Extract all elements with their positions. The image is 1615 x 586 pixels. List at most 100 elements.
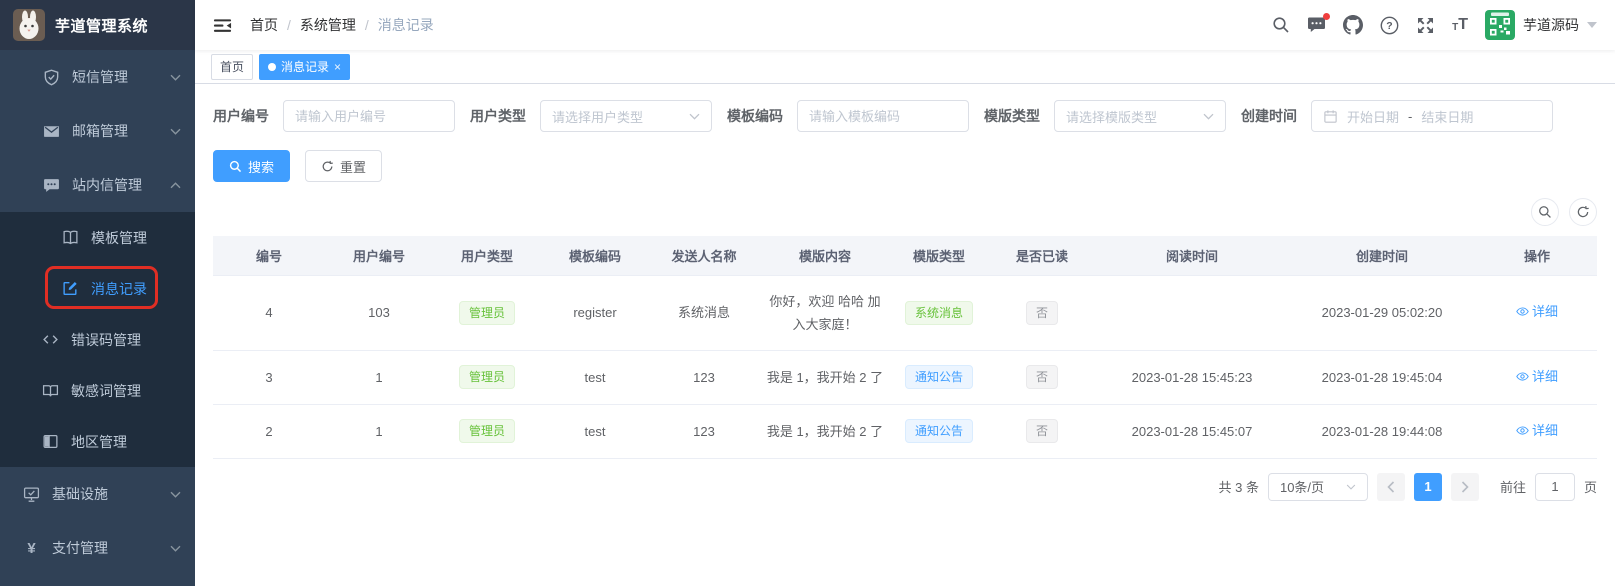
refresh-icon bbox=[321, 160, 334, 173]
cell-content: 我是 1，我开始 2 了 bbox=[759, 404, 891, 458]
sidebar-item-message-center[interactable]: 站内信管理 bbox=[0, 158, 195, 212]
tab-close-icon[interactable]: × bbox=[334, 61, 341, 73]
reset-button[interactable]: 重置 bbox=[305, 150, 382, 182]
cell-sender: 系统消息 bbox=[649, 275, 759, 350]
search-icon[interactable] bbox=[1272, 16, 1290, 34]
cell-read: 否 bbox=[987, 350, 1097, 404]
cell-template-type: 通知公告 bbox=[891, 350, 987, 404]
sidebar: 芋道管理系统 短信管理 邮箱管理 站内信管理 模板管理 消息记录 错误码管理 敏… bbox=[0, 0, 195, 586]
help-icon[interactable]: ? bbox=[1380, 16, 1399, 35]
app-logo[interactable]: 芋道管理系统 bbox=[0, 0, 195, 50]
sidebar-item-payment[interactable]: ¥ 支付管理 bbox=[0, 521, 195, 575]
template-type-tag: 通知公告 bbox=[905, 419, 973, 443]
cell-read-time: 2023-01-28 15:45:23 bbox=[1097, 350, 1287, 404]
col-header-user-id: 用户编号 bbox=[325, 236, 433, 275]
cell-id: 2 bbox=[213, 404, 325, 458]
github-icon[interactable] bbox=[1343, 15, 1363, 35]
tab-message-record[interactable]: 消息记录 × bbox=[259, 54, 350, 80]
tab-label: 消息记录 bbox=[281, 58, 329, 75]
eye-icon bbox=[1516, 424, 1529, 437]
date-separator: - bbox=[1408, 109, 1412, 124]
sidebar-item-label: 站内信管理 bbox=[72, 175, 142, 195]
sidebar-item-error-code[interactable]: 错误码管理 bbox=[0, 314, 195, 365]
col-header-read: 是否已读 bbox=[987, 236, 1097, 275]
detail-link[interactable]: 详细 bbox=[1516, 300, 1558, 323]
filter-user-id: 用户编号 bbox=[213, 100, 455, 132]
filter-form: 用户编号 用户类型 请选择用户类型 模板编码 模版类型 请选择模版类型 bbox=[213, 100, 1597, 132]
sidebar-item-label: 基础设施 bbox=[52, 484, 108, 504]
filter-label: 创建时间 bbox=[1241, 106, 1297, 126]
sidebar-item-sensitive-words[interactable]: 敏感词管理 bbox=[0, 365, 195, 416]
sidebar-item-infrastructure[interactable]: 基础设施 bbox=[0, 467, 195, 521]
cell-sender: 123 bbox=[649, 350, 759, 404]
template-type-tag: 通知公告 bbox=[905, 365, 973, 389]
sidebar-toggle-icon[interactable] bbox=[213, 16, 232, 35]
refresh-table-button[interactable] bbox=[1569, 198, 1597, 226]
app-avatar bbox=[13, 9, 45, 41]
sidebar-item-sms[interactable]: 短信管理 bbox=[0, 50, 195, 104]
fullscreen-icon[interactable] bbox=[1416, 16, 1435, 35]
user-id-input[interactable] bbox=[295, 109, 443, 124]
chevron-down-icon bbox=[170, 128, 181, 135]
svg-text:?: ? bbox=[1386, 20, 1392, 32]
breadcrumb-home[interactable]: 首页 bbox=[250, 15, 278, 35]
cell-user-type: 管理员 bbox=[433, 350, 541, 404]
sidebar-item-template-mgmt[interactable]: 模板管理 bbox=[0, 212, 195, 263]
template-type-select[interactable]: 请选择模版类型 bbox=[1054, 100, 1226, 132]
toggle-search-button[interactable] bbox=[1531, 198, 1559, 226]
detail-link[interactable]: 详细 bbox=[1516, 419, 1558, 442]
next-page-button[interactable] bbox=[1451, 473, 1479, 501]
board-check-icon bbox=[23, 486, 40, 503]
page-size-select[interactable]: 10条/页 bbox=[1268, 473, 1368, 501]
breadcrumb-system-mgmt[interactable]: 系统管理 bbox=[300, 15, 356, 35]
filter-user-type: 用户类型 请选择用户类型 bbox=[470, 100, 712, 132]
date-range-picker[interactable]: 开始日期 - 结束日期 bbox=[1311, 100, 1553, 132]
tab-home[interactable]: 首页 bbox=[211, 54, 253, 80]
detail-link[interactable]: 详细 bbox=[1516, 365, 1558, 388]
edit-icon bbox=[62, 280, 79, 297]
template-code-input[interactable] bbox=[809, 109, 957, 124]
sidebar-item-label: 支付管理 bbox=[52, 538, 108, 558]
sidebar-item-label: 消息记录 bbox=[91, 279, 147, 299]
cell-user-id: 1 bbox=[325, 404, 433, 458]
cell-user-type: 管理员 bbox=[433, 275, 541, 350]
user-type-select[interactable]: 请选择用户类型 bbox=[540, 100, 712, 132]
eye-icon bbox=[1516, 305, 1529, 318]
notebook-icon bbox=[62, 229, 79, 246]
chevron-down-icon bbox=[689, 113, 700, 120]
sidebar-item-message-record[interactable]: 消息记录 bbox=[0, 263, 195, 314]
date-start-placeholder: 开始日期 bbox=[1347, 107, 1399, 126]
filter-template-code: 模板编码 bbox=[727, 100, 969, 132]
sidebar-item-mail[interactable]: 邮箱管理 bbox=[0, 104, 195, 158]
page-number-1[interactable]: 1 bbox=[1414, 473, 1442, 501]
cell-actions: 详细 bbox=[1477, 350, 1597, 404]
chevron-up-icon bbox=[170, 182, 181, 189]
goto-page-input[interactable] bbox=[1535, 473, 1575, 501]
col-header-sender: 发送人名称 bbox=[649, 236, 759, 275]
user-type-tag: 管理员 bbox=[459, 365, 515, 389]
search-button[interactable]: 搜索 bbox=[213, 150, 290, 182]
col-header-user-type: 用户类型 bbox=[433, 236, 541, 275]
user-dropdown[interactable]: 芋道源码 bbox=[1485, 10, 1597, 40]
sidebar-item-region-mgmt[interactable]: 地区管理 bbox=[0, 416, 195, 467]
shield-check-icon bbox=[43, 69, 60, 86]
refresh-icon bbox=[1576, 205, 1590, 219]
read-status-tag: 否 bbox=[1026, 419, 1058, 443]
user-type-tag: 管理员 bbox=[459, 301, 515, 325]
font-size-icon[interactable]: TT bbox=[1452, 17, 1468, 33]
top-navbar: 首页 / 系统管理 / 消息记录 ? TT bbox=[195, 0, 1615, 50]
table-toolbar bbox=[213, 198, 1597, 226]
cell-template-code: test bbox=[541, 404, 649, 458]
cell-user-id: 103 bbox=[325, 275, 433, 350]
chat-bubble-icon bbox=[43, 177, 60, 194]
col-header-content: 模版内容 bbox=[759, 236, 891, 275]
sidebar-item-label: 敏感词管理 bbox=[71, 381, 141, 401]
cell-read: 否 bbox=[987, 275, 1097, 350]
cell-id: 4 bbox=[213, 275, 325, 350]
prev-page-button[interactable] bbox=[1377, 473, 1405, 501]
message-icon[interactable] bbox=[1307, 16, 1326, 34]
col-header-create-time: 创建时间 bbox=[1287, 236, 1477, 275]
chevron-left-icon bbox=[1387, 481, 1395, 493]
code-icon bbox=[42, 331, 59, 348]
table-row: 3 1 管理员 test 123 我是 1，我开始 2 了 通知公告 否 202… bbox=[213, 350, 1597, 404]
